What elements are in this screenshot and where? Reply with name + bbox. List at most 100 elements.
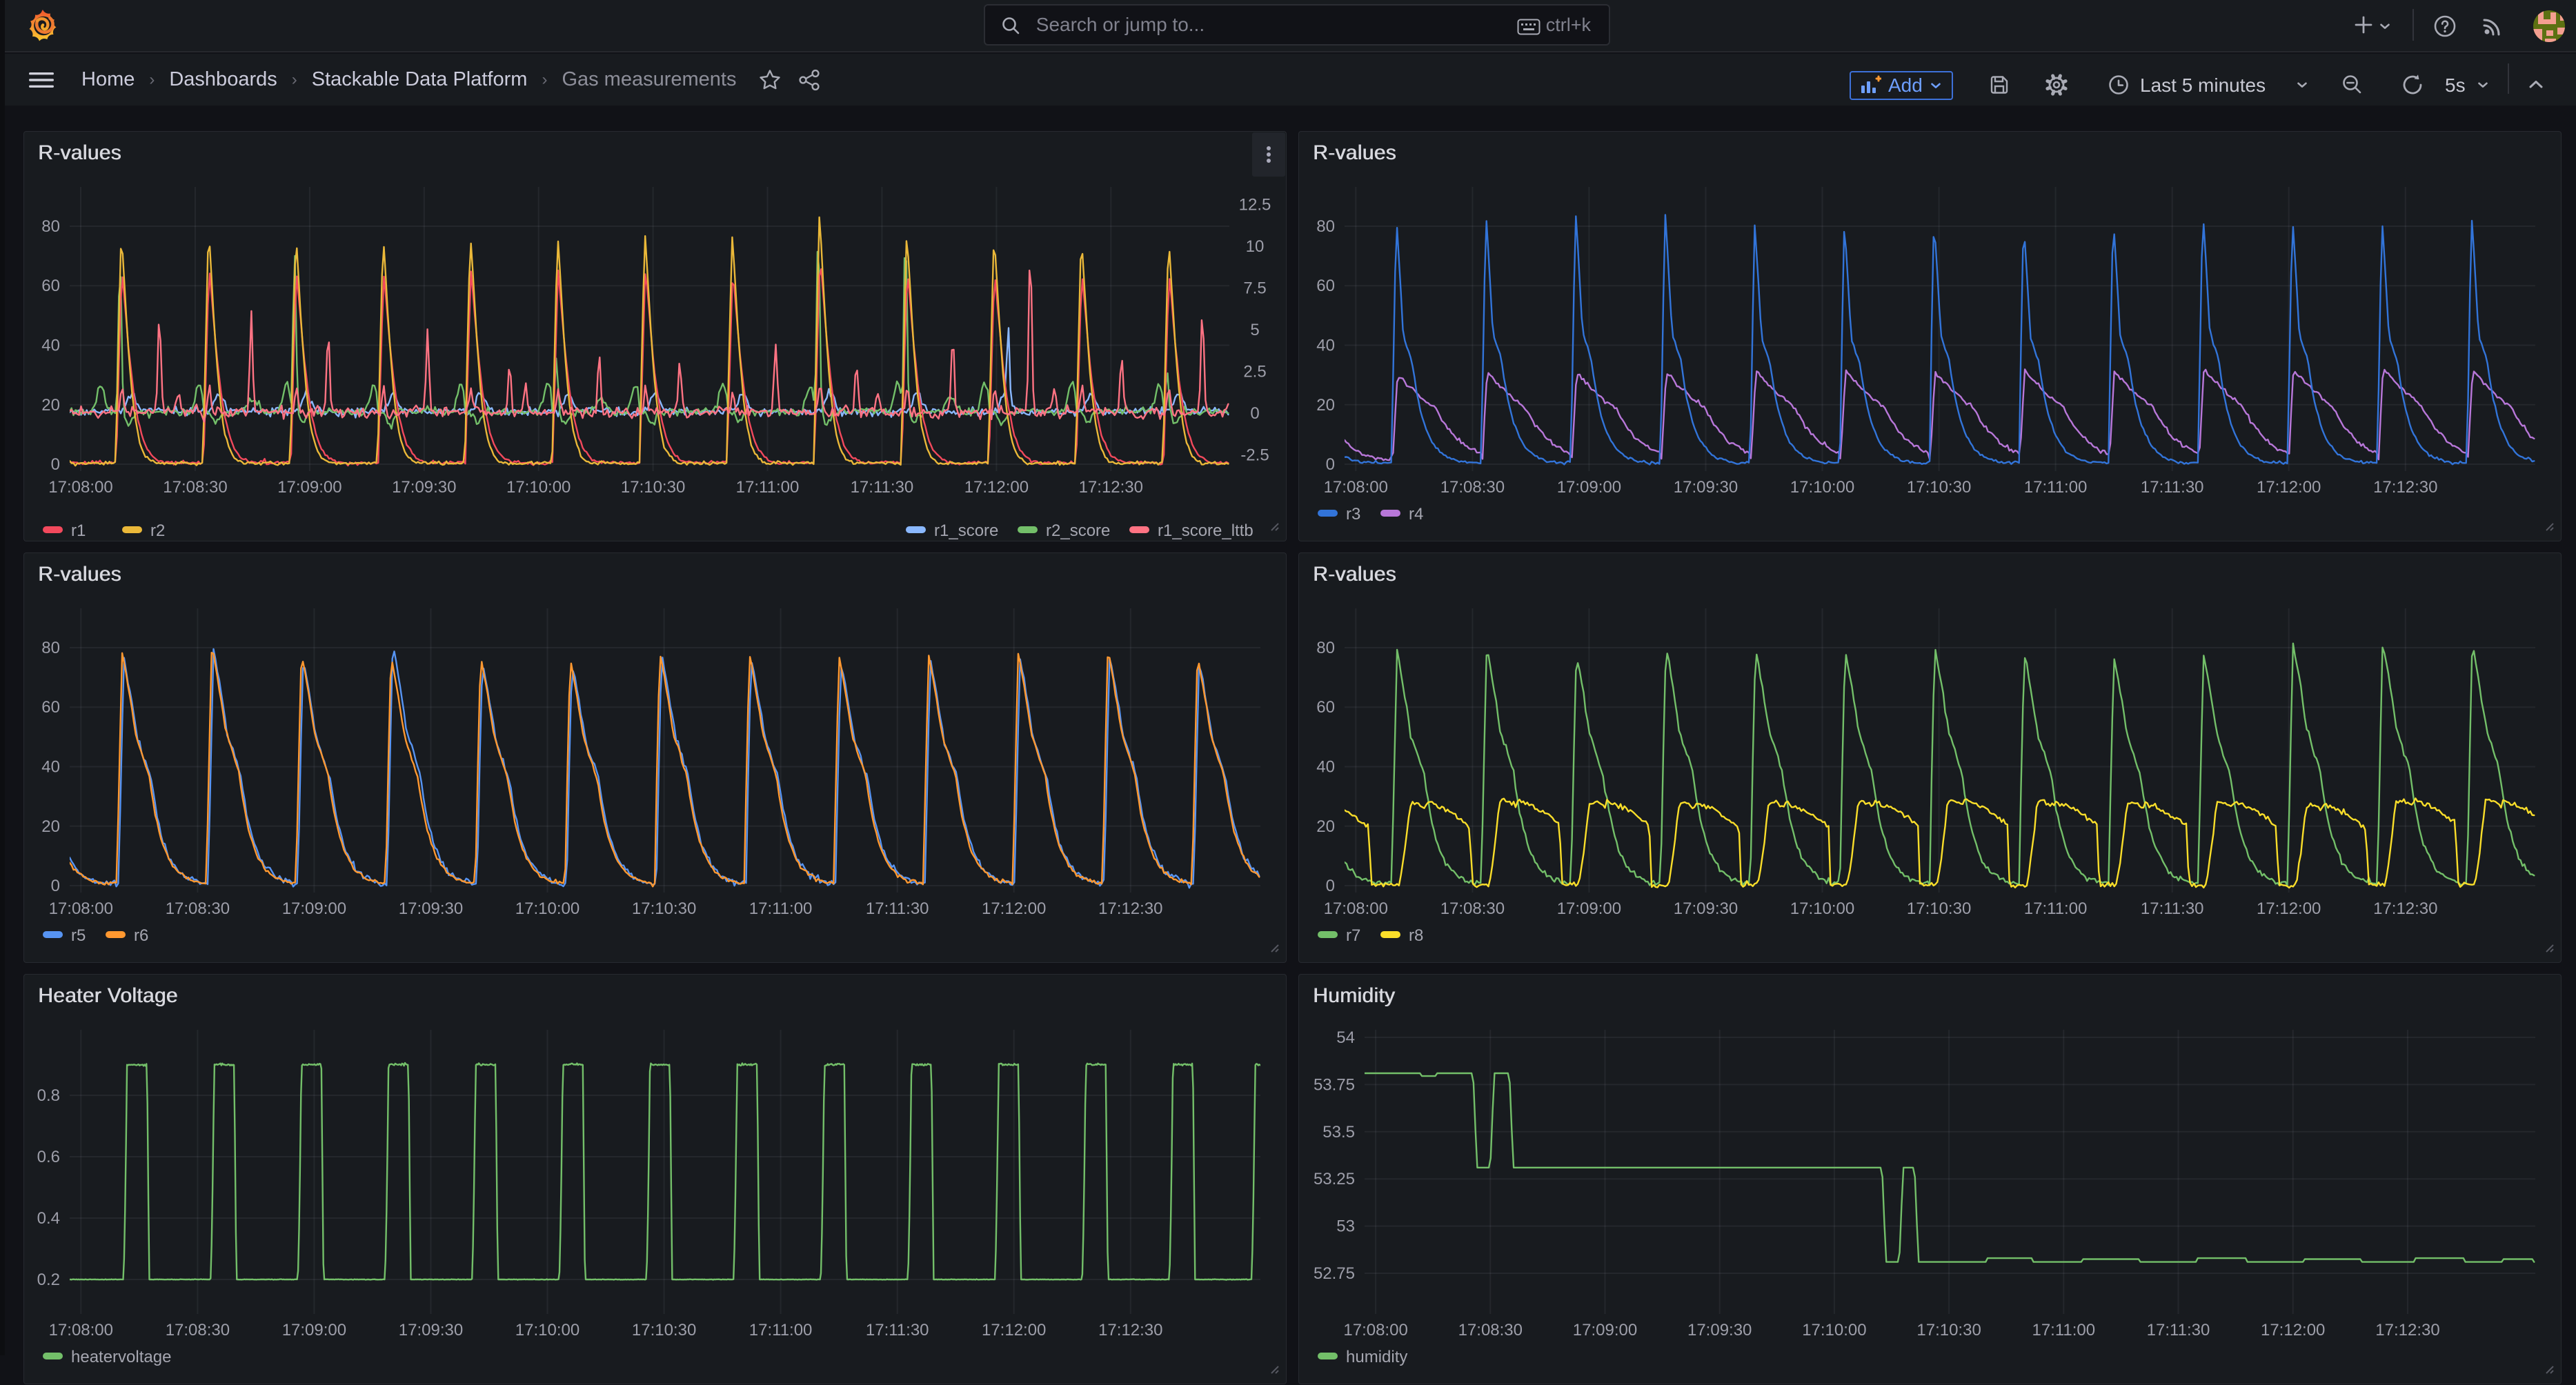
svg-text:54: 54 [1336,1028,1355,1047]
svg-text:60: 60 [1316,277,1335,295]
svg-text:52.75: 52.75 [1314,1264,1355,1283]
svg-text:0: 0 [51,877,60,895]
svg-text:17:12:00: 17:12:00 [964,478,1029,497]
svg-text:r1_score_lttb: r1_score_lttb [1158,521,1254,540]
svg-text:17:08:30: 17:08:30 [166,1321,230,1339]
svg-text:20: 20 [41,817,60,836]
svg-text:53.75: 53.75 [1314,1075,1355,1094]
svg-text:0: 0 [51,455,60,474]
svg-text:40: 40 [41,337,60,355]
svg-text:r3: r3 [1346,505,1360,524]
svg-text:heatervoltage: heatervoltage [71,1348,171,1366]
svg-text:20: 20 [1316,817,1335,836]
svg-text:53.25: 53.25 [1314,1170,1355,1188]
svg-text:60: 60 [1316,698,1335,717]
svg-text:17:09:30: 17:09:30 [1674,478,1738,497]
svg-text:17:11:30: 17:11:30 [866,899,929,918]
svg-text:17:09:00: 17:09:00 [1557,899,1621,918]
svg-text:17:10:00: 17:10:00 [515,899,579,918]
svg-text:17:12:00: 17:12:00 [982,1321,1046,1339]
svg-text:17:11:30: 17:11:30 [851,478,914,497]
svg-text:17:10:30: 17:10:30 [1916,1321,1981,1339]
svg-text:17:09:00: 17:09:00 [282,899,346,918]
svg-text:80: 80 [41,217,60,236]
svg-text:17:08:30: 17:08:30 [1458,1321,1523,1339]
svg-text:53: 53 [1336,1217,1355,1236]
svg-text:r1: r1 [71,521,86,540]
svg-text:7.5: 7.5 [1243,279,1266,298]
svg-text:17:11:30: 17:11:30 [2141,478,2204,497]
svg-text:17:09:30: 17:09:30 [1674,899,1738,918]
svg-text:17:11:00: 17:11:00 [2032,1321,2095,1339]
svg-text:17:09:00: 17:09:00 [1573,1321,1637,1339]
svg-text:17:12:00: 17:12:00 [982,899,1046,918]
svg-text:5: 5 [1250,321,1259,339]
svg-text:17:08:30: 17:08:30 [1440,478,1505,497]
svg-text:17:08:00: 17:08:00 [1343,1321,1407,1339]
svg-text:0: 0 [1326,455,1335,474]
svg-text:53.5: 53.5 [1322,1123,1355,1142]
svg-text:0: 0 [1326,877,1335,895]
svg-text:17:11:00: 17:11:00 [2024,478,2088,497]
svg-text:2.5: 2.5 [1243,363,1266,381]
svg-text:17:12:00: 17:12:00 [2257,478,2321,497]
svg-text:17:08:00: 17:08:00 [1324,899,1388,918]
svg-text:17:09:30: 17:09:30 [399,899,463,918]
svg-text:17:10:00: 17:10:00 [515,1321,579,1339]
svg-text:80: 80 [41,639,60,657]
svg-text:17:10:00: 17:10:00 [1790,478,1854,497]
svg-text:17:11:30: 17:11:30 [866,1321,929,1339]
svg-text:r4: r4 [1409,505,1423,524]
svg-text:80: 80 [1316,217,1335,236]
svg-text:r8: r8 [1409,926,1423,945]
svg-text:r1_score: r1_score [934,521,998,540]
svg-text:17:09:30: 17:09:30 [1687,1321,1752,1339]
svg-text:17:10:30: 17:10:30 [621,478,685,497]
svg-text:17:08:00: 17:08:00 [49,1321,113,1339]
svg-text:17:09:00: 17:09:00 [277,478,341,497]
svg-text:17:08:30: 17:08:30 [166,899,230,918]
svg-text:0.6: 0.6 [37,1148,60,1166]
svg-text:17:09:30: 17:09:30 [399,1321,463,1339]
svg-text:17:12:00: 17:12:00 [2257,899,2321,918]
svg-text:17:10:00: 17:10:00 [506,478,571,497]
svg-text:17:09:00: 17:09:00 [1557,478,1621,497]
svg-text:17:08:00: 17:08:00 [48,478,112,497]
svg-text:17:10:00: 17:10:00 [1802,1321,1866,1339]
svg-text:17:10:30: 17:10:30 [1907,899,1971,918]
svg-text:humidity: humidity [1346,1348,1407,1366]
svg-text:17:12:30: 17:12:30 [2373,899,2437,918]
svg-text:17:08:30: 17:08:30 [1440,899,1505,918]
svg-text:17:10:30: 17:10:30 [632,1321,696,1339]
svg-text:60: 60 [41,698,60,717]
svg-text:r7: r7 [1346,926,1360,945]
svg-text:20: 20 [41,396,60,415]
svg-text:17:12:30: 17:12:30 [1079,478,1143,497]
svg-text:0.4: 0.4 [37,1209,60,1228]
svg-text:20: 20 [1316,396,1335,415]
svg-text:17:11:00: 17:11:00 [2024,899,2088,918]
svg-text:40: 40 [41,758,60,777]
svg-text:12.5: 12.5 [1239,196,1271,215]
svg-text:17:11:00: 17:11:00 [736,478,800,497]
svg-text:0.2: 0.2 [37,1271,60,1289]
svg-text:17:10:30: 17:10:30 [1907,478,1971,497]
svg-text:17:12:30: 17:12:30 [2375,1321,2439,1339]
svg-text:17:12:30: 17:12:30 [2373,478,2437,497]
svg-text:60: 60 [41,277,60,295]
svg-text:0: 0 [1250,404,1259,423]
svg-text:40: 40 [1316,758,1335,777]
svg-text:17:08:00: 17:08:00 [49,899,113,918]
svg-text:17:09:30: 17:09:30 [392,478,456,497]
svg-text:17:11:30: 17:11:30 [2141,899,2204,918]
svg-text:40: 40 [1316,337,1335,355]
svg-text:17:10:30: 17:10:30 [632,899,696,918]
svg-text:0.8: 0.8 [37,1086,60,1105]
svg-text:r2: r2 [150,521,165,540]
svg-text:-2.5: -2.5 [1240,446,1269,465]
svg-text:r6: r6 [134,926,148,945]
svg-text:80: 80 [1316,639,1335,657]
svg-text:17:10:00: 17:10:00 [1790,899,1854,918]
svg-text:17:12:30: 17:12:30 [1098,899,1162,918]
svg-text:r2_score: r2_score [1046,521,1110,540]
